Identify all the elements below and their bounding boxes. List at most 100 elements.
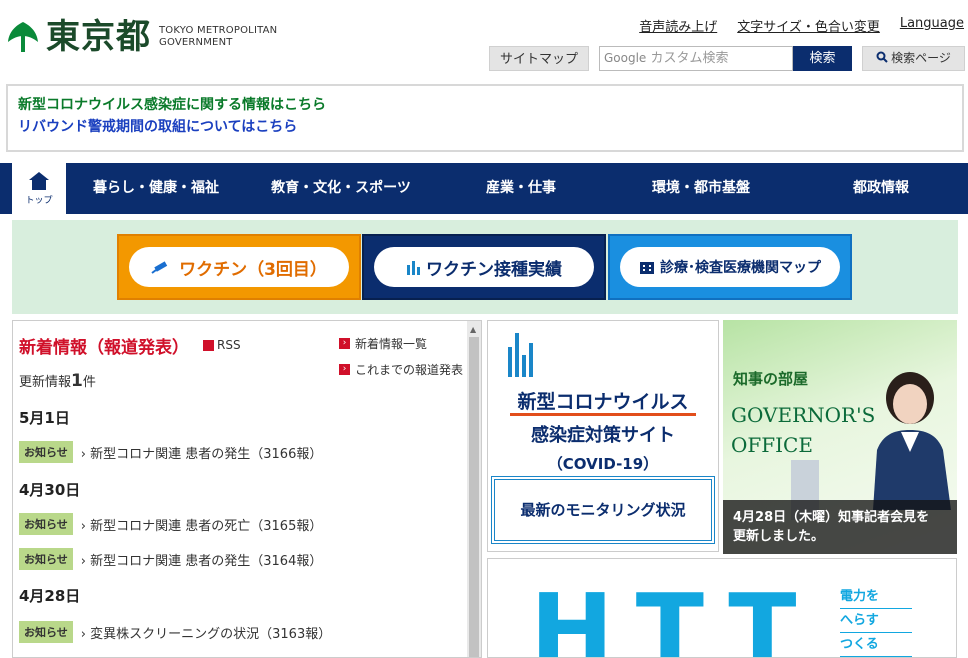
news-item-text: › 変異株スクリーニングの状況（3163報） xyxy=(80,626,332,642)
logo-english-text: TOKYO METROPOLITAN GOVERNMENT xyxy=(159,25,277,49)
search-page-button[interactable]: 検索ページ xyxy=(862,46,965,71)
arrow-right-icon: › xyxy=(339,338,350,349)
htt-tag-1: 電力を xyxy=(840,585,912,609)
scroll-up-icon[interactable]: ▲ xyxy=(470,325,476,334)
bar-chart-logo-icon xyxy=(508,333,538,377)
htt-tag-2: へらす xyxy=(840,609,912,633)
news-item[interactable]: お知らせ › 新型コロナ関連 患者の発生（3164報） xyxy=(19,548,322,570)
global-nav: トップ 暮らし・健康・福祉 教育・文化・スポーツ 産業・仕事 環境・都市基盤 都… xyxy=(0,163,968,214)
governor-office-banner[interactable]: 知事の部屋 GOVERNOR'S OFFICE 4月28日（木曜）知事記者会見を… xyxy=(723,320,957,554)
governor-caption: 4月28日（木曜）知事記者会見を 更新しました。 xyxy=(723,500,957,554)
tokyo-emblem-icon xyxy=(8,22,38,52)
news-item[interactable]: お知らせ › 新型コロナ関連 患者の発生（3166報） xyxy=(19,441,322,463)
rss-label: RSS xyxy=(217,338,241,352)
update-count: 更新情報1件 xyxy=(19,371,96,391)
notice-rebound-link[interactable]: リバウンド警戒期間の取組についてはこちら xyxy=(18,116,952,138)
search-button[interactable]: 検索 xyxy=(793,46,852,71)
vaccine-record-banner[interactable]: ワクチン接種実績 xyxy=(362,234,606,300)
covid-subtitle: 感染症対策サイト xyxy=(531,425,675,446)
bar-chart-icon xyxy=(407,261,420,275)
notice-box: 新型コロナウイルス感染症に関する情報はこちら リバウンド警戒期間の取組については… xyxy=(6,84,964,152)
logo-en-line2: GOVERNMENT xyxy=(159,37,233,48)
nav-item-industry-work[interactable]: 産業・仕事 xyxy=(436,163,606,214)
hospital-icon xyxy=(640,262,654,274)
site-logo[interactable]: 東京都 TOKYO METROPOLITAN GOVERNMENT xyxy=(6,20,277,54)
news-item-title: 新型コロナ関連 患者の死亡（3165報） xyxy=(90,518,323,534)
logo-japanese-text: 東京都 xyxy=(46,17,151,57)
vaccine-3rd-pill: ワクチン（3回目） xyxy=(129,247,349,287)
vaccine-3rd-label: ワクチン（3回目） xyxy=(179,259,327,280)
past-press-link[interactable]: › これまでの報道発表 xyxy=(339,361,463,378)
covid-tag: （COVID-19） xyxy=(547,455,659,473)
news-item[interactable]: お知らせ › 変異株スクリーニングの状況（3163報） xyxy=(19,621,331,643)
link-text-to-speech[interactable]: 音声読み上げ xyxy=(639,16,717,35)
notice-badge: お知らせ xyxy=(19,621,73,643)
notice-badge: お知らせ xyxy=(19,513,73,535)
notice-badge: お知らせ xyxy=(19,441,73,463)
news-item-text: › 新型コロナ関連 患者の死亡（3165報） xyxy=(80,518,323,534)
magnifier-icon xyxy=(876,51,888,63)
logo-en-line1: TOKYO METROPOLITAN xyxy=(159,25,278,36)
governor-title-line1: GOVERNOR'S xyxy=(731,403,876,427)
covid-site-banner[interactable]: 新型コロナウイルス 感染症対策サイト （COVID-19） 最新のモニタリング状… xyxy=(487,320,719,552)
news-date: 5月1日 xyxy=(19,409,70,427)
update-label: 更新情報 xyxy=(19,375,72,390)
utility-links: 音声読み上げ 文字サイズ・色合い変更 Language xyxy=(639,16,964,35)
covid-underline xyxy=(510,413,696,416)
news-list-link[interactable]: › 新着情報一覧 xyxy=(339,335,427,352)
governor-office-title: GOVERNOR'S OFFICE xyxy=(731,400,875,460)
nav-item-govt-info[interactable]: 都政情報 xyxy=(796,163,966,214)
news-date: 4月28日 xyxy=(19,587,81,605)
news-item-title: 変異株スクリーニングの状況（3163報） xyxy=(90,626,332,642)
vaccine-3rd-banner[interactable]: ワクチン（3回目） xyxy=(117,234,361,300)
news-list-label: 新着情報一覧 xyxy=(355,337,428,351)
news-title: 新着情報（報道発表） xyxy=(19,338,189,358)
governor-title-line2: OFFICE xyxy=(731,433,813,457)
news-scrollbar[interactable]: ▲ xyxy=(467,321,481,657)
link-font-color-settings[interactable]: 文字サイズ・色合い変更 xyxy=(737,16,880,35)
clinic-map-pill: 診療･検査医療機関マップ xyxy=(620,247,840,287)
clinic-map-label: 診療･検査医療機関マップ xyxy=(660,260,821,276)
search-input[interactable]: Google カスタム検索 xyxy=(599,46,793,71)
rss-icon xyxy=(203,339,214,351)
search-placeholder: カスタム検索 xyxy=(650,51,729,66)
nav-home[interactable]: トップ xyxy=(12,163,66,214)
governor-portrait xyxy=(873,372,951,510)
news-panel: 新着情報（報道発表） RSS › 新着情報一覧 › これまでの報道発表 更新情報1件… xyxy=(12,320,482,658)
syringe-icon xyxy=(151,261,168,274)
news-item-title: 新型コロナ関連 患者の発生（3164報） xyxy=(90,553,323,569)
search-page-label: 検索ページ xyxy=(891,51,951,65)
past-press-label: これまでの報道発表 xyxy=(355,363,464,377)
covid-title: 新型コロナウイルス xyxy=(517,391,689,413)
notice-badge: お知らせ xyxy=(19,548,73,570)
nav-home-label: トップ xyxy=(25,196,53,206)
htt-tagline: 電力を へらす つくる xyxy=(840,585,912,657)
scrollbar-thumb[interactable] xyxy=(469,337,479,657)
htt-banner[interactable]: HTT 電力を へらす つくる xyxy=(487,558,957,658)
htt-logo-text: HTT xyxy=(530,572,819,658)
nav-item-life-health[interactable]: 暮らし・健康・福祉 xyxy=(66,163,246,214)
nav-item-environment[interactable]: 環境・都市基盤 xyxy=(606,163,796,214)
vaccine-record-pill: ワクチン接種実績 xyxy=(374,247,594,287)
htt-tag-3: つくる xyxy=(840,633,912,657)
caption-line2: 更新しました。 xyxy=(733,529,825,544)
caption-line1: 4月28日（木曜）知事記者会見を xyxy=(733,510,930,525)
rss-link[interactable]: RSS xyxy=(203,338,241,352)
nav-item-education-culture[interactable]: 教育・文化・スポーツ xyxy=(246,163,436,214)
google-label: Google xyxy=(604,51,647,65)
home-icon xyxy=(29,172,49,190)
notice-covid-link[interactable]: 新型コロナウイルス感染症に関する情報はこちら xyxy=(18,94,952,116)
update-number: 1 xyxy=(71,371,83,391)
sitemap-button[interactable]: サイトマップ xyxy=(489,46,589,71)
vaccine-record-label: ワクチン接種実績 xyxy=(426,259,562,280)
news-item-text: › 新型コロナ関連 患者の発生（3166報） xyxy=(80,446,323,462)
news-date: 4月30日 xyxy=(19,481,81,499)
link-language[interactable]: Language xyxy=(900,16,964,35)
update-unit: 件 xyxy=(82,375,96,390)
arrow-right-icon: › xyxy=(339,364,350,375)
governor-room-label: 知事の部屋 xyxy=(733,370,809,388)
clinic-map-banner[interactable]: 診療･検査医療機関マップ xyxy=(608,234,852,300)
monitoring-status-link[interactable]: 最新のモニタリング状況 xyxy=(491,476,715,544)
news-item-text: › 新型コロナ関連 患者の発生（3164報） xyxy=(80,553,323,569)
news-item[interactable]: お知らせ › 新型コロナ関連 患者の死亡（3165報） xyxy=(19,513,322,535)
